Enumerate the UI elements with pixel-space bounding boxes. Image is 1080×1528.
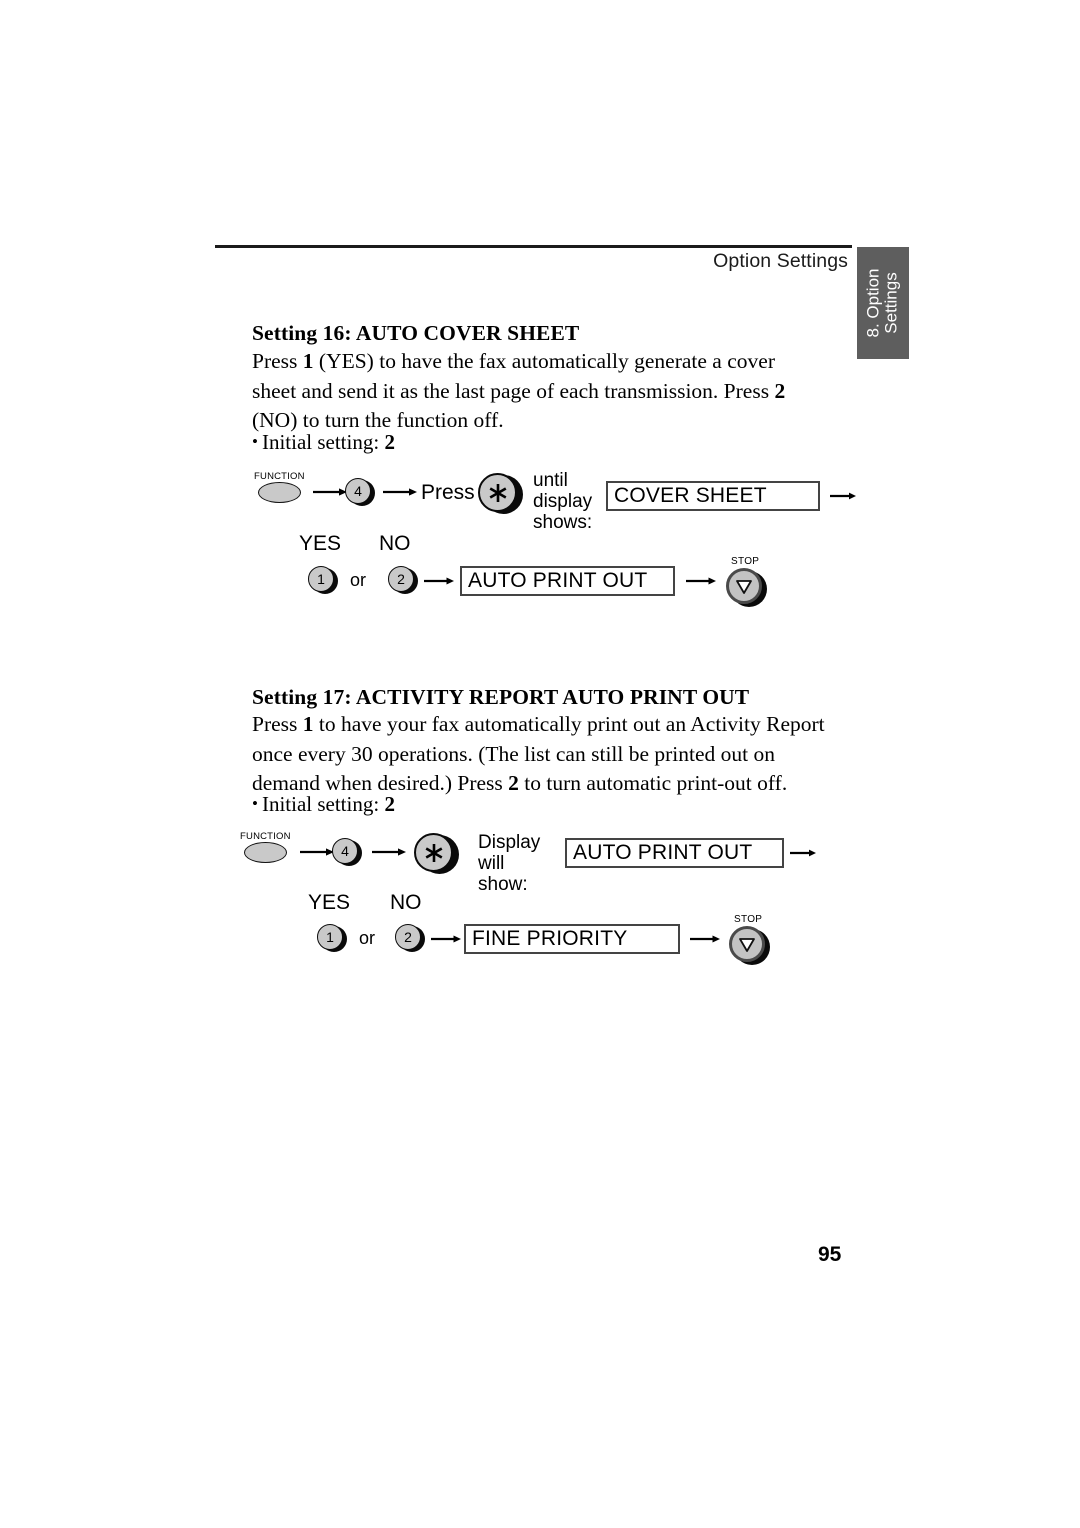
- number-key-1-face: 1: [317, 924, 343, 950]
- annotation-line: shows:: [533, 512, 593, 533]
- arrow-icon-2a: [300, 847, 334, 857]
- arrow-icon-2c: [790, 848, 816, 858]
- body-run: Press: [252, 712, 303, 736]
- number-key-2-face: 2: [388, 566, 414, 592]
- lcd-display-cover-sheet: COVER SHEET: [606, 481, 820, 511]
- annotation-line: display: [533, 491, 593, 512]
- section-body-setting-16: Press 1 (YES) to have the fax automatica…: [252, 347, 817, 436]
- body-run: to turn automatic print-out off.: [518, 771, 788, 795]
- function-key-caption-2: FUNCTION: [240, 831, 291, 842]
- lcd-display-text-2: AUTO PRINT OUT: [468, 569, 648, 592]
- number-key-4-2[interactable]: 4: [332, 838, 362, 868]
- arrow-icon-2b: [372, 847, 406, 857]
- section-body-setting-17: Press 1 to have your fax automatically p…: [252, 710, 832, 799]
- stop-triangle-icon: [739, 938, 755, 952]
- header-rule: [215, 245, 852, 248]
- chapter-thumb-tab-line2: Settings: [882, 272, 901, 334]
- stop-key-2[interactable]: [729, 926, 773, 966]
- no-label-2: NO: [390, 891, 422, 914]
- or-label-1: or: [350, 570, 367, 590]
- function-key-oval-icon: [244, 842, 287, 863]
- body-run: (NO) to turn the function off.: [252, 408, 504, 432]
- star-key-face: [414, 833, 453, 872]
- stop-key-caption-1: STOP: [731, 556, 760, 567]
- chapter-thumb-tab-labels: 8. Option Settings: [863, 268, 902, 338]
- star-key-face: [478, 473, 517, 512]
- stop-key-face: [729, 926, 765, 962]
- body-run: 2: [774, 378, 786, 403]
- lcd-display-auto-print-out-2: AUTO PRINT OUT: [565, 838, 784, 868]
- press-label-1: Press: [421, 481, 475, 504]
- body-run: (YES) to have the fax automatically gene…: [252, 349, 775, 403]
- number-key-1-yes-1[interactable]: 1: [308, 566, 338, 596]
- stop-key-1[interactable]: [726, 568, 770, 608]
- arrow-icon-2e: [690, 934, 720, 944]
- or-label-2: or: [359, 928, 376, 948]
- initial-setting-label-16: Initial setting:: [261, 430, 380, 454]
- asterisk-icon: [489, 483, 506, 502]
- initial-setting-line-17: • Initial setting: 2: [252, 792, 395, 817]
- body-run: 2: [508, 771, 519, 795]
- number-key-4-face: 4: [332, 838, 358, 864]
- annotation-line: Display: [478, 832, 541, 853]
- function-key-caption-1: FUNCTION: [254, 471, 305, 482]
- number-key-2-no-1[interactable]: 2: [388, 566, 418, 596]
- initial-setting-label-17: Initial setting:: [261, 792, 380, 816]
- arrow-icon-1c: [830, 491, 856, 501]
- lcd-display-text-1: COVER SHEET: [614, 484, 767, 507]
- chapter-thumb-tab: 8. Option Settings: [857, 247, 909, 359]
- number-key-1-yes-2[interactable]: 1: [317, 924, 347, 954]
- display-annotation-2: Display will show:: [478, 832, 540, 895]
- running-header-title: Option Settings: [713, 250, 848, 272]
- stop-key-caption-2: STOP: [734, 914, 763, 925]
- yes-label-1: YES: [299, 532, 342, 555]
- number-key-4-face: 4: [345, 478, 371, 504]
- bullet-dot-icon: •: [252, 432, 258, 451]
- annotation-line: will show:: [478, 853, 528, 895]
- function-key-1[interactable]: [258, 482, 303, 505]
- arrow-icon-1e: [686, 576, 716, 586]
- stop-triangle-icon: [736, 580, 752, 594]
- bullet-dot-icon: •: [252, 794, 258, 813]
- lcd-display-fine-priority: FINE PRIORITY: [464, 924, 680, 954]
- display-annotation-1: until display shows:: [533, 470, 592, 533]
- initial-setting-value-16: 2: [384, 430, 395, 454]
- body-run: Press: [252, 349, 303, 373]
- body-run: 1: [302, 349, 314, 373]
- page-number: 95: [818, 1243, 842, 1266]
- function-key-2[interactable]: [244, 842, 289, 865]
- annotation-line: until: [533, 470, 568, 491]
- arrow-icon-2d: [431, 934, 461, 944]
- body-run: 1: [302, 712, 314, 736]
- arrow-icon-1a: [313, 487, 347, 497]
- manual-page: Option Settings 8. Option Settings Setti…: [0, 0, 1080, 1528]
- number-key-4-1[interactable]: 4: [345, 478, 375, 508]
- number-key-2-face: 2: [395, 924, 421, 950]
- lcd-display-auto-print-out-1: AUTO PRINT OUT: [460, 566, 675, 596]
- lcd-display-text-4: FINE PRIORITY: [472, 927, 628, 950]
- function-key-oval-icon: [258, 482, 301, 503]
- number-key-2-no-2[interactable]: 2: [395, 924, 425, 954]
- number-key-1-face: 1: [308, 566, 334, 592]
- yes-label-2: YES: [308, 891, 351, 914]
- section-heading-setting-16: Setting 16: AUTO COVER SHEET: [252, 321, 580, 345]
- arrow-icon-1b: [383, 487, 417, 497]
- stop-key-face: [726, 568, 762, 604]
- no-label-1: NO: [379, 532, 411, 555]
- asterisk-icon: [425, 843, 442, 862]
- initial-setting-line-16: • Initial setting: 2: [252, 430, 395, 455]
- section-heading-setting-17: Setting 17: ACTIVITY REPORT AUTO PRINT O…: [252, 685, 750, 709]
- initial-setting-value-17: 2: [384, 792, 395, 816]
- lcd-display-text-3: AUTO PRINT OUT: [573, 841, 753, 864]
- star-key-1[interactable]: [478, 473, 523, 515]
- chapter-thumb-tab-line1: 8. Option: [863, 268, 883, 338]
- arrow-icon-1d: [424, 576, 454, 586]
- star-key-2[interactable]: [414, 833, 459, 875]
